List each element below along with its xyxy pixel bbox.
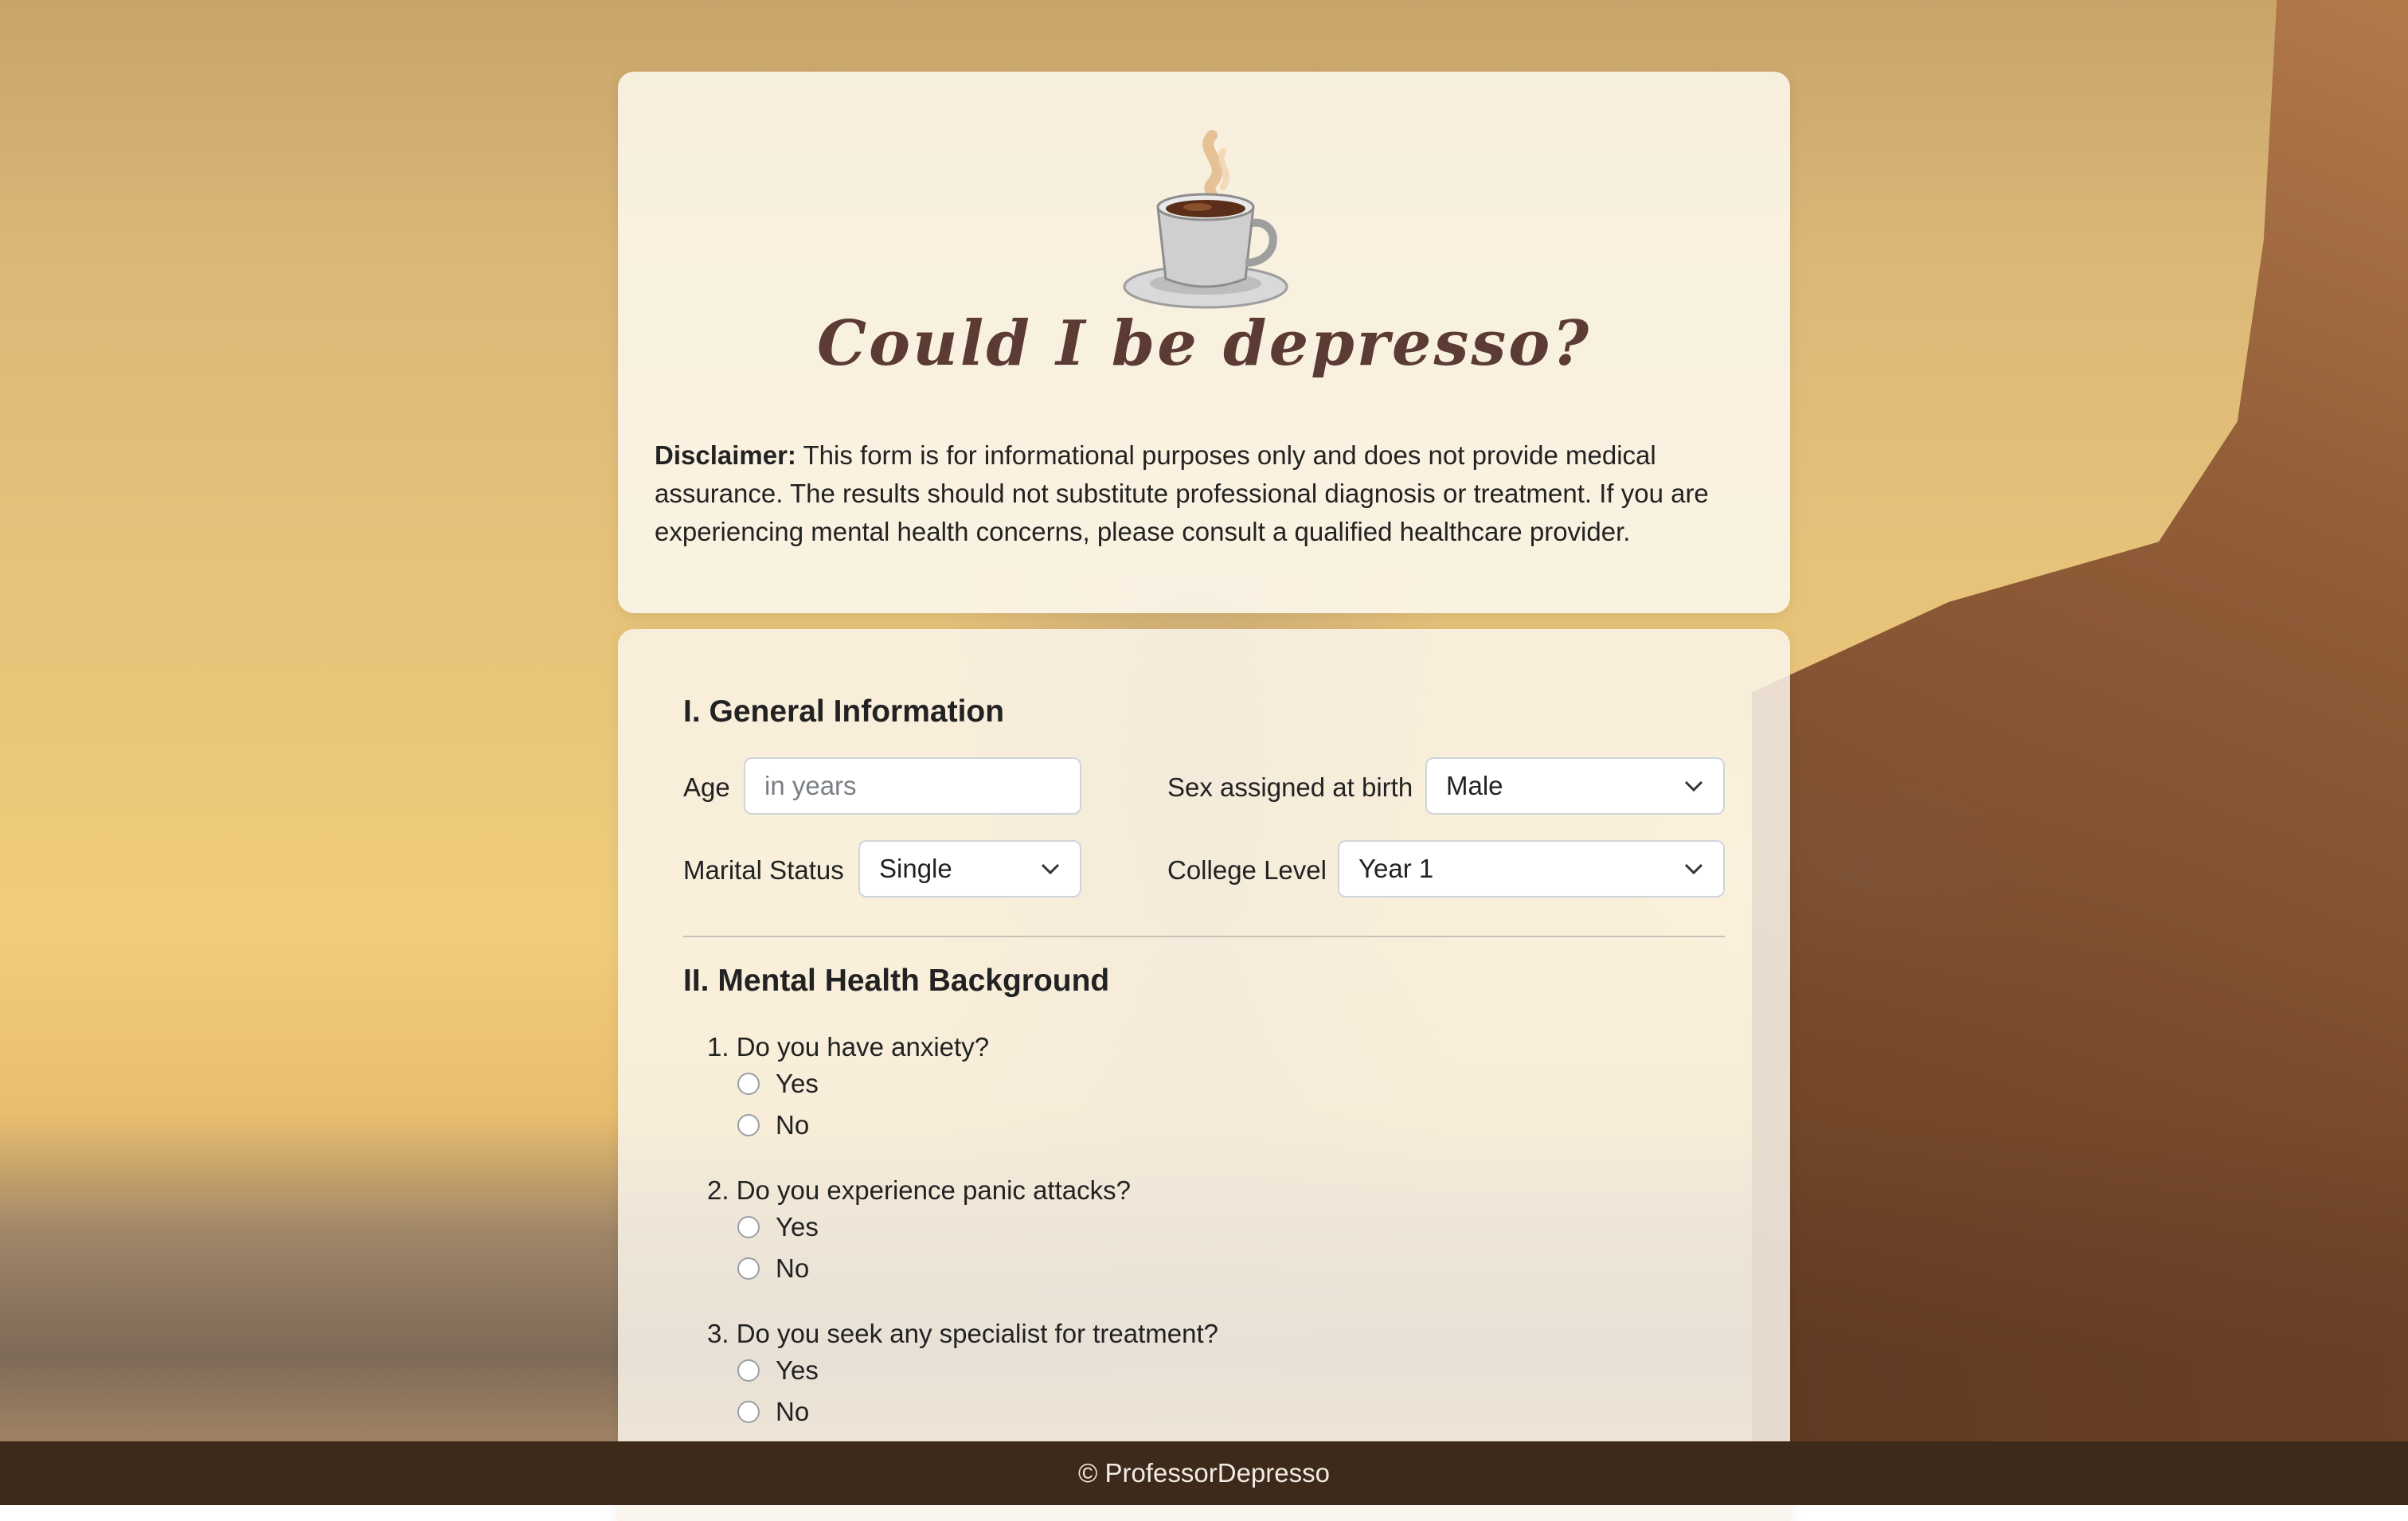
footer: © ProfessorDepresso — [0, 1441, 2408, 1505]
option-label: Yes — [776, 1355, 819, 1385]
option-label: No — [776, 1253, 810, 1283]
disclaimer: Disclaimer: This form is for information… — [655, 436, 1753, 551]
radio-button[interactable] — [737, 1216, 760, 1238]
college-select[interactable]: Year 1 — [1338, 840, 1725, 897]
disclaimer-text: This form is for informational purposes … — [655, 440, 1709, 546]
radio-button[interactable] — [737, 1257, 760, 1280]
radio-button[interactable] — [737, 1401, 760, 1423]
disclaimer-label: Disclaimer: — [655, 440, 796, 470]
radio-button[interactable] — [737, 1114, 760, 1136]
age-label: Age — [683, 772, 730, 802]
option-label: Yes — [776, 1212, 819, 1241]
section-divider — [683, 936, 1725, 937]
sex-label: Sex assigned at birth — [1167, 772, 1413, 802]
sex-select[interactable]: Male — [1425, 757, 1725, 815]
page-title: Could I be depresso? — [816, 307, 1592, 380]
q3-option-no[interactable]: No — [737, 1397, 809, 1427]
option-label: No — [776, 1397, 810, 1426]
option-label: Yes — [776, 1069, 819, 1098]
q2-option-yes[interactable]: Yes — [737, 1212, 819, 1242]
age-placeholder: in years — [764, 771, 857, 800]
section-general-heading: I. General Information — [683, 694, 1005, 729]
radio-button[interactable] — [737, 1073, 760, 1095]
age-input[interactable]: in years — [744, 757, 1081, 815]
q2-option-no[interactable]: No — [737, 1253, 809, 1284]
marital-select[interactable]: Single — [858, 840, 1081, 897]
coffee-cup-icon — [1123, 130, 1288, 309]
marital-label: Marital Status — [683, 855, 844, 885]
q1-option-no[interactable]: No — [737, 1110, 809, 1140]
chevron-down-icon — [1041, 863, 1060, 875]
chevron-down-icon — [1684, 780, 1703, 792]
option-label: No — [776, 1110, 810, 1140]
q1-option-yes[interactable]: Yes — [737, 1069, 819, 1099]
question-3: 3. Do you seek any specialist for treatm… — [707, 1319, 1218, 1348]
college-select-value: Year 1 — [1358, 854, 1434, 883]
question-2: 2. Do you experience panic attacks? — [707, 1175, 1131, 1205]
marital-select-value: Single — [879, 854, 952, 883]
q3-option-yes[interactable]: Yes — [737, 1355, 819, 1386]
radio-button[interactable] — [737, 1359, 760, 1382]
question-1: 1. Do you have anxiety? — [707, 1032, 990, 1062]
sex-select-value: Male — [1446, 771, 1503, 800]
footer-text: © ProfessorDepresso — [1078, 1458, 1330, 1488]
chevron-down-icon — [1684, 863, 1703, 875]
section-mental-heading: II. Mental Health Background — [683, 964, 1110, 998]
college-label: College Level — [1167, 855, 1327, 885]
